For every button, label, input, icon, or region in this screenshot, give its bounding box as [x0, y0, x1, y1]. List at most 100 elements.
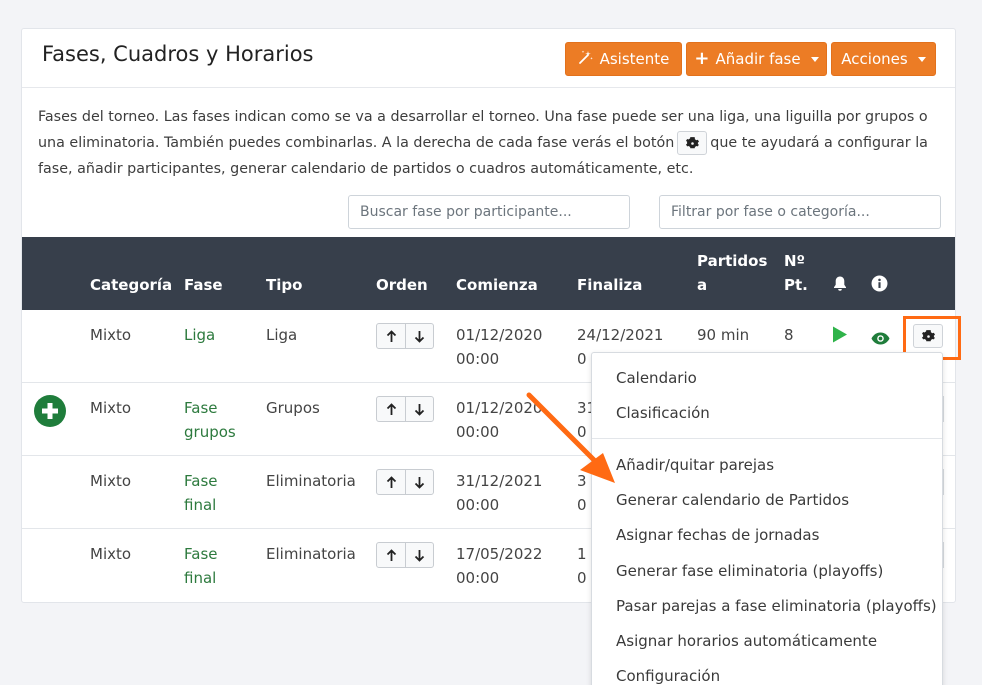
row-comienza: 01/12/2020 00:00 [456, 323, 542, 371]
menu-item-assign-round-dates[interactable]: Asignar fechas de jornadas [616, 526, 819, 544]
plus-icon: + [694, 48, 710, 69]
row-categoria: Mixto [90, 472, 132, 490]
row-categoria: Mixto [90, 545, 132, 563]
actions-button[interactable]: Acciones [831, 42, 936, 76]
arrow-up-icon [386, 475, 396, 488]
column-npt[interactable]: Nº Pt. [784, 249, 808, 297]
menu-divider [592, 438, 942, 439]
caret-down-icon [917, 56, 926, 62]
row-comienza: 17/05/2022 00:00 [456, 542, 542, 590]
row-fase-line1: Fase [184, 399, 218, 417]
eye-icon[interactable] [871, 328, 890, 352]
order-button-group [376, 469, 434, 495]
move-down-button[interactable] [405, 324, 433, 348]
search-participant-input[interactable] [348, 195, 630, 229]
row-comienza-time: 00:00 [456, 569, 500, 587]
row-fase-link[interactable]: Fase grupos [184, 396, 236, 444]
row-comienza-time: 00:00 [456, 350, 500, 368]
actions-button-label: Acciones [841, 50, 908, 68]
column-finaliza[interactable]: Finaliza [577, 273, 642, 297]
phase-settings-dropdown: Calendario Clasificación Añadir/quitar p… [591, 352, 943, 685]
row-tipo: Eliminatoria [266, 545, 356, 563]
column-npt-line1: Nº [784, 252, 806, 270]
row-fase-line2: grupos [184, 423, 236, 441]
move-up-button[interactable] [377, 397, 405, 421]
menu-item-configuracion[interactable]: Configuración [616, 667, 720, 685]
caret-down-icon [810, 56, 819, 62]
pointer-arrow-icon [526, 392, 615, 483]
row-finaliza: 10 [577, 542, 587, 590]
arrow-up-icon [386, 402, 396, 415]
row-finaliza-date: 1 [577, 545, 587, 563]
card-header: Fases, Cuadros y Horarios Asistente + Añ… [22, 29, 955, 88]
column-partidos[interactable]: Partidos a [697, 249, 767, 297]
row-fase-link[interactable]: Fase final [184, 542, 218, 590]
row-comienza-date: 01/12/2020 [456, 326, 543, 344]
order-button-group [376, 323, 434, 349]
row-finaliza-time: 0 [577, 569, 587, 587]
column-fase[interactable]: Fase [184, 273, 223, 297]
arrow-up-icon [386, 329, 396, 342]
phases-description: Fases del torneo. Las fases indican como… [38, 104, 943, 182]
move-up-button[interactable] [377, 543, 405, 567]
menu-item-add-remove-pairs[interactable]: Añadir/quitar parejas [616, 456, 774, 474]
filter-phase-input[interactable] [659, 195, 941, 229]
move-down-button[interactable] [405, 470, 433, 494]
row-fase-line1: Fase [184, 472, 218, 490]
wizard-button[interactable]: Asistente [565, 42, 682, 76]
wizard-button-label: Asistente [599, 50, 670, 68]
row-fase-line2: final [184, 496, 217, 514]
row-tipo: Liga [266, 326, 298, 344]
move-down-button[interactable] [405, 543, 433, 567]
order-button-group [376, 396, 434, 422]
row-categoria: Mixto [90, 326, 132, 344]
row-comienza-time: 00:00 [456, 496, 500, 514]
add-phase-button-label: Añadir fase [715, 50, 801, 68]
move-up-button[interactable] [377, 324, 405, 348]
arrow-down-icon [414, 549, 425, 562]
info-icon [871, 275, 888, 299]
row-finaliza-time: 0 [577, 496, 587, 514]
row-fase-link[interactable]: Liga [184, 323, 215, 347]
row-comienza-date: 17/05/2022 [456, 545, 543, 563]
column-partidos-line1: Partidos [697, 252, 768, 270]
row-fase-link[interactable]: Fase final [184, 469, 218, 517]
magic-wand-icon [578, 49, 594, 69]
menu-item-move-pairs-playoffs[interactable]: Pasar parejas a fase eliminatoria (playo… [616, 597, 937, 615]
row-fase-line1: Liga [184, 326, 216, 344]
move-up-button[interactable] [377, 470, 405, 494]
column-orden[interactable]: Orden [376, 273, 428, 297]
row-comienza-time: 00:00 [456, 423, 500, 441]
table-header: Categoría Fase Tipo Orden Comienza Final… [22, 237, 955, 310]
page-title: Fases, Cuadros y Horarios [42, 42, 314, 66]
menu-item-clasificacion[interactable]: Clasificación [616, 404, 710, 422]
column-partidos-line2: a [697, 276, 708, 294]
play-icon[interactable] [832, 326, 848, 350]
menu-item-generate-calendar[interactable]: Generar calendario de Partidos [616, 491, 849, 509]
row-tipo: Eliminatoria [266, 472, 356, 490]
column-categoria[interactable]: Categoría [90, 273, 172, 297]
row-finaliza-date: 24/12/2021 [577, 326, 664, 344]
arrow-down-icon [414, 403, 425, 416]
row-finaliza-time: 0 [577, 350, 587, 368]
row-fase-line1: Fase [184, 545, 218, 563]
order-button-group [376, 542, 434, 568]
move-down-button[interactable] [405, 397, 433, 421]
row-categoria: Mixto [90, 399, 132, 417]
row-partidos: 90 min [697, 326, 750, 344]
menu-item-auto-schedule[interactable]: Asignar horarios automáticamente [616, 632, 877, 650]
column-comienza[interactable]: Comienza [456, 273, 538, 297]
menu-item-generate-playoffs[interactable]: Generar fase eliminatoria (playoffs) [616, 562, 883, 580]
add-phase-button[interactable]: + Añadir fase [686, 42, 827, 76]
column-tipo[interactable]: Tipo [266, 273, 302, 297]
bell-icon [832, 275, 848, 299]
column-npt-line2: Pt. [784, 276, 808, 294]
row-npt: 8 [784, 326, 794, 344]
arrow-up-icon [386, 548, 396, 561]
row-tipo: Grupos [266, 399, 320, 417]
arrow-down-icon [414, 476, 425, 489]
gear-icon [677, 131, 708, 155]
row-fase-line2: final [184, 569, 217, 587]
arrow-down-icon [414, 330, 425, 343]
add-circle-icon[interactable] [34, 395, 66, 427]
